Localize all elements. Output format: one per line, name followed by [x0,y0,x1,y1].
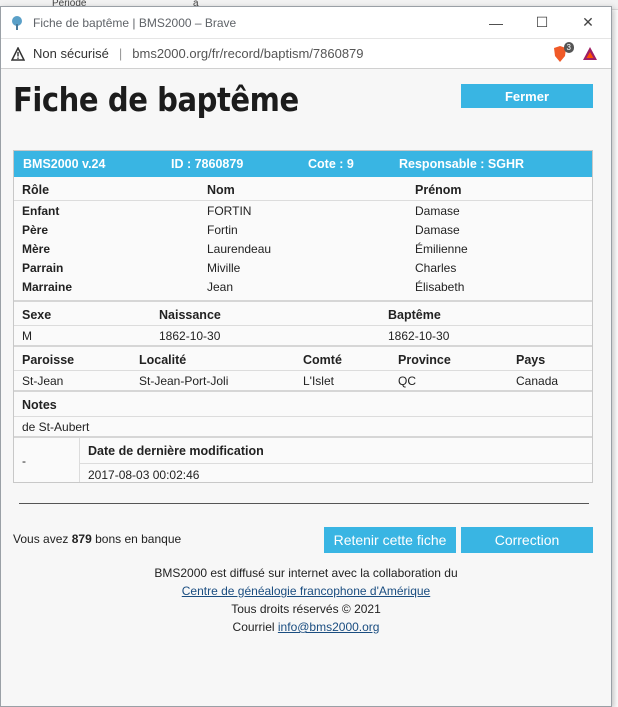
prenom-cell: Émilienne [415,242,468,256]
record-id: ID : 7860879 [171,157,244,171]
notes-value-row: de St-Aubert [14,416,592,436]
record-responsable: Responsable : SGHR [399,157,525,171]
balance-count: 879 [71,532,92,546]
role-cell: Enfant [22,204,60,218]
modification-date: 2017-08-03 00:02:46 [88,468,200,482]
column-header: Sexe [22,308,52,322]
brave-rewards-icon[interactable] [581,45,599,63]
bms-tree-icon [12,15,22,30]
event-header-row: Sexe Naissance Baptême [14,302,592,326]
balance-suffix: bons en banque [95,532,182,546]
footer-collab-text: BMS2000 est diffusé sur internet avec la… [154,566,458,580]
shield-badge: 3 [563,41,574,53]
record-header: BMS2000 v.24 ID : 7860879 Cote : 9 Respo… [14,151,592,177]
prenom-cell: Charles [415,261,457,275]
table-row: Marraine Jean Élisabeth [14,277,592,296]
column-header: Paroisse [22,353,75,367]
modification-section: - Date de dernière modification 2017-08-… [14,436,592,482]
title-bar: Fiche de baptême | BMS2000 – Brave — ☐ ✕ [1,7,611,39]
modification-header: Date de dernière modification [88,444,264,458]
paroisse-cell: St-Jean [22,374,64,388]
horizontal-divider [19,503,589,504]
contact-prefix: Courriel [232,620,275,634]
table-row: Mère Laurendeau Émilienne [14,239,592,258]
table-row: St-Jean St-Jean-Port-Joli L'Islet QC Can… [14,371,592,390]
event-section: Sexe Naissance Baptême M 1862-10-30 1862… [14,300,592,345]
column-header: Localité [139,353,187,367]
nom-cell: Jean [207,280,234,294]
nom-cell: Laurendeau [207,242,272,256]
pays-cell: Canada [516,374,559,388]
place-header-row: Paroisse Localité Comté Province Pays [14,347,592,371]
page-content: Fiche de baptême Fermer BMS2000 v.24 ID … [1,70,611,706]
modification-divider [80,463,592,464]
balance-prefix: Vous avez [13,532,69,546]
window-title: Fiche de baptême | BMS2000 – Brave [33,15,237,30]
table-row: M 1862-10-30 1862-10-30 [14,326,592,345]
column-header: Comté [303,353,342,367]
email-link[interactable]: info@bms2000.org [278,620,380,634]
role-cell: Mère [22,242,51,256]
nom-cell: Fortin [207,223,238,237]
province-cell: QC [398,374,416,388]
prenom-cell: Élisabeth [415,280,465,294]
role-cell: Marraine [22,280,73,294]
notes-text: de St-Aubert [22,420,90,434]
modification-placeholder: - [22,454,26,468]
table-row: Père Fortin Damase [14,220,592,239]
notes-section: Notes de St-Aubert [14,390,592,436]
record-card: BMS2000 v.24 ID : 7860879 Cote : 9 Respo… [13,150,593,483]
footer-copyright: Tous droits réservés © 2021 [231,602,381,616]
security-label[interactable]: Non sécurisé [33,46,109,61]
record-version: BMS2000 v.24 [23,157,106,171]
modification-left-cell: - [14,438,80,482]
modification-right-cell: Date de dernière modification 2017-08-03… [80,438,592,482]
footer: BMS2000 est diffusé sur internet avec la… [1,564,611,636]
naissance-cell: 1862-10-30 [159,329,221,343]
url-text[interactable]: bms2000.org/fr/record/baptism/7860879 [132,46,551,61]
column-header: Baptême [388,308,441,322]
maximize-button[interactable]: ☐ [519,7,565,39]
column-header: Nom [207,183,235,197]
people-header-row: Rôle Nom Prénom [14,177,592,201]
bonus-balance: Vous avez 879 bons en banque [13,532,181,546]
address-bar[interactable]: Non sécurisé | bms2000.org/fr/record/bap… [1,39,611,69]
role-cell: Parrain [22,261,64,275]
close-window-button[interactable]: ✕ [565,7,611,39]
close-button[interactable]: Fermer [461,84,593,108]
popup-window: Fiche de baptême | BMS2000 – Brave — ☐ ✕… [0,6,612,707]
nom-cell: FORTIN [207,204,252,218]
warning-triangle-icon [11,46,25,61]
place-section: Paroisse Localité Comté Province Pays St… [14,345,592,390]
minimize-button[interactable]: — [473,7,519,39]
page-title: Fiche de baptême [13,80,299,119]
column-header: Rôle [22,183,50,197]
table-row: Enfant FORTIN Damase [14,201,592,220]
notes-header-row: Notes [14,392,592,416]
people-section: Rôle Nom Prénom Enfant FORTIN Damase Pèr… [14,177,592,300]
column-header: Prénom [415,183,462,197]
sexe-cell: M [22,329,32,343]
cgfa-link[interactable]: Centre de généalogie francophone d'Améri… [182,584,430,598]
role-cell: Père [22,223,49,237]
prenom-cell: Damase [415,204,460,218]
column-header: Naissance [159,308,221,322]
bapteme-cell: 1862-10-30 [388,329,450,343]
column-header: Pays [516,353,546,367]
localite-cell: St-Jean-Port-Joli [139,374,229,388]
keep-record-button[interactable]: Retenir cette fiche [324,527,456,553]
address-separator: | [118,46,123,61]
correction-button[interactable]: Correction [461,527,593,553]
table-row: Parrain Miville Charles [14,258,592,277]
column-header: Province [398,353,451,367]
nom-cell: Miville [207,261,241,275]
record-cote: Cote : 9 [308,157,354,171]
brave-shield-icon[interactable]: 3 [551,41,574,63]
notes-header: Notes [22,398,57,412]
prenom-cell: Damase [415,223,460,237]
comte-cell: L'Islet [303,374,334,388]
footer-contact: Courriel info@bms2000.org [1,618,611,636]
